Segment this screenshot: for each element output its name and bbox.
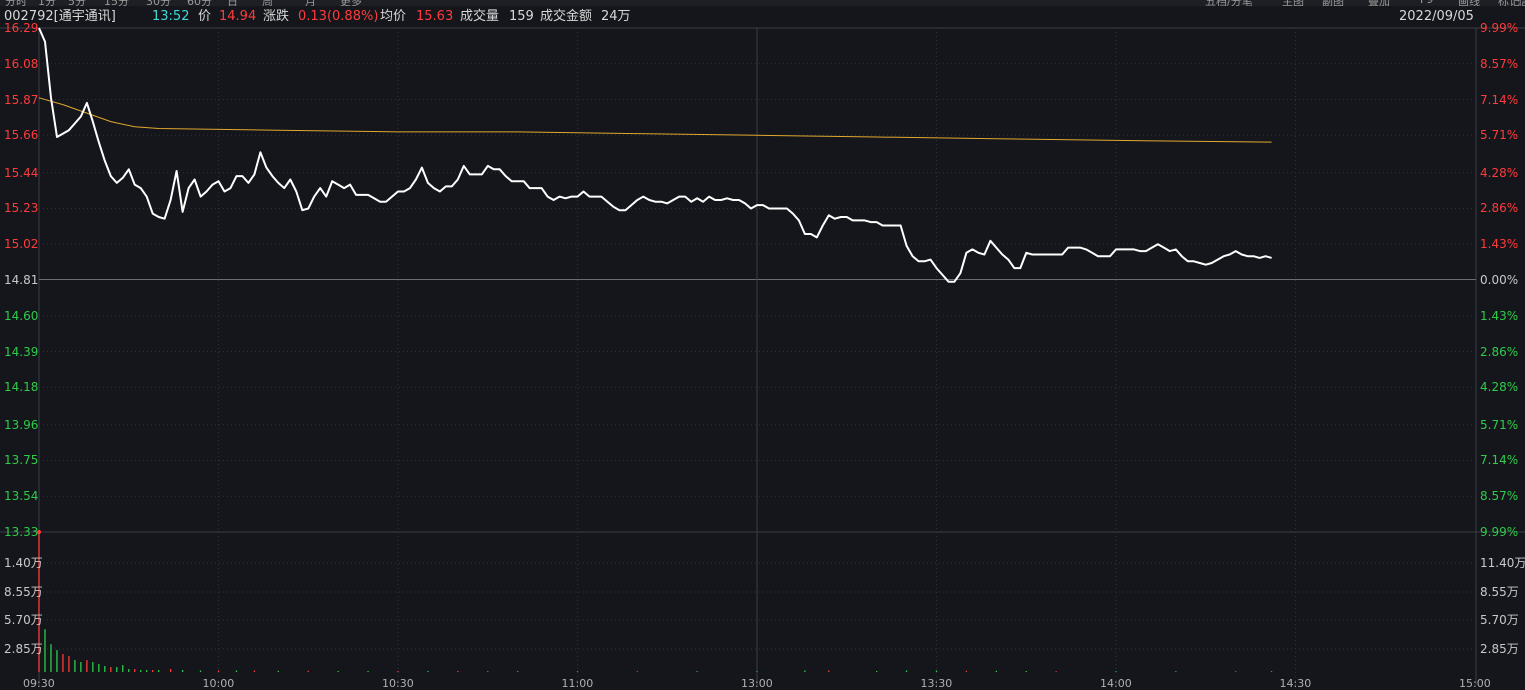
percent-tick-label: 4.28%: [1480, 165, 1519, 180]
percent-tick-label: 0.00%: [1480, 273, 1519, 287]
volume-tick-label-left: 1.40万: [4, 556, 43, 570]
intraday-chart[interactable]: [0, 0, 1525, 685]
price-tick-label: 15.87: [4, 92, 39, 107]
time-tick-label: 14:30: [1279, 677, 1312, 690]
percent-tick-label: 2.86%: [1480, 344, 1519, 359]
percent-tick-label: 5.71%: [1480, 128, 1519, 143]
percent-tick-label: 7.14%: [1480, 92, 1519, 107]
time-tick-label: 13:00: [741, 677, 773, 690]
price-tick-label: 13.33: [4, 525, 39, 539]
volume-tick-label-right: 8.55万: [1480, 585, 1519, 599]
volume-tick-label-right: 5.70万: [1480, 613, 1519, 627]
time-tick-label: 14:00: [1100, 677, 1132, 690]
time-tick-label: 15:00: [1459, 677, 1491, 690]
price-tick-label: 15.44: [4, 165, 39, 180]
price-line: [38, 27, 1272, 283]
price-tick-label: 14.60: [4, 308, 39, 323]
percent-tick-label: 5.71%: [1480, 417, 1519, 432]
volume-tick-label-left: 8.55万: [4, 585, 43, 599]
price-tick-label: 15.66: [4, 128, 39, 143]
price-tick-label: 14.18: [4, 380, 39, 395]
volume-tick-label-left: 2.85万: [4, 642, 43, 656]
time-tick-label: 09:30: [23, 677, 55, 690]
time-tick-label: 13:30: [920, 677, 953, 690]
percent-tick-label: 8.57%: [1480, 56, 1519, 71]
volume-tick-label-right: 11.40万: [1480, 556, 1525, 570]
price-tick-label: 13.54: [4, 489, 39, 504]
volume-tick-label-right: 2.85万: [1480, 642, 1519, 656]
price-tick-label: 13.75: [4, 453, 39, 468]
price-tick-label: 14.81: [4, 273, 39, 287]
percent-tick-label: 1.43%: [1480, 237, 1519, 252]
percent-tick-label: 8.57%: [1480, 489, 1519, 504]
percent-tick-label: 7.14%: [1480, 453, 1519, 468]
percent-tick-label: 4.28%: [1480, 380, 1519, 395]
price-tick-label: 13.96: [4, 417, 39, 432]
time-tick-label: 10:30: [382, 677, 414, 690]
price-tick-label: 16.08: [4, 56, 39, 71]
volume-tick-label-left: 5.70万: [4, 613, 43, 627]
price-tick-label: 16.29: [4, 21, 39, 35]
time-tick-label: 10:00: [202, 677, 235, 690]
percent-tick-label: 9.99%: [1480, 525, 1519, 539]
time-tick-label: 11:00: [561, 677, 594, 690]
price-tick-label: 15.23: [4, 201, 39, 216]
percent-tick-label: 2.86%: [1480, 201, 1519, 216]
percent-tick-label: 1.43%: [1480, 308, 1519, 323]
price-tick-label: 15.02: [4, 237, 39, 252]
percent-tick-label: 9.99%: [1480, 21, 1519, 35]
price-tick-label: 14.39: [4, 344, 39, 359]
